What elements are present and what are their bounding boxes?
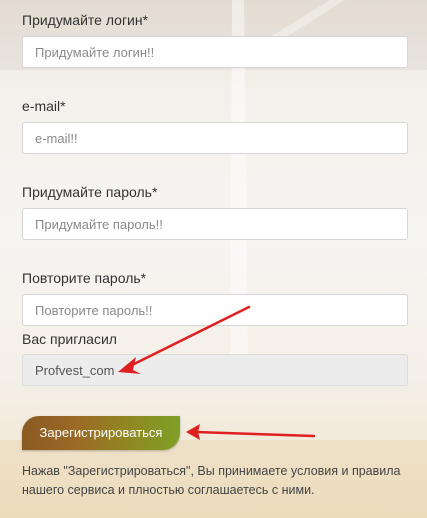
register-button[interactable]: Зарегистрироваться — [22, 416, 180, 450]
password-label: Придумайте пароль* — [22, 184, 158, 200]
referrer-input — [23, 355, 407, 385]
email-field-wrapper — [22, 122, 408, 154]
register-button-label: Зарегистрироваться — [39, 424, 163, 440]
email-input[interactable] — [23, 123, 407, 153]
password-repeat-input[interactable] — [23, 295, 407, 325]
referrer-field-wrapper — [22, 354, 408, 386]
arrow-to-register-button — [186, 424, 316, 440]
login-input[interactable] — [23, 37, 407, 67]
login-field-wrapper — [22, 36, 408, 68]
password-input[interactable] — [23, 209, 407, 239]
email-label: e-mail* — [22, 98, 66, 114]
terms-text: Нажав "Зарегистрироваться", Вы принимает… — [22, 464, 401, 497]
password-repeat-label: Повторите пароль* — [22, 270, 147, 286]
password-repeat-field-wrapper — [22, 294, 408, 326]
password-field-wrapper — [22, 208, 408, 240]
login-label: Придумайте логин* — [22, 12, 149, 28]
referrer-label: Вас пригласил — [22, 331, 117, 347]
